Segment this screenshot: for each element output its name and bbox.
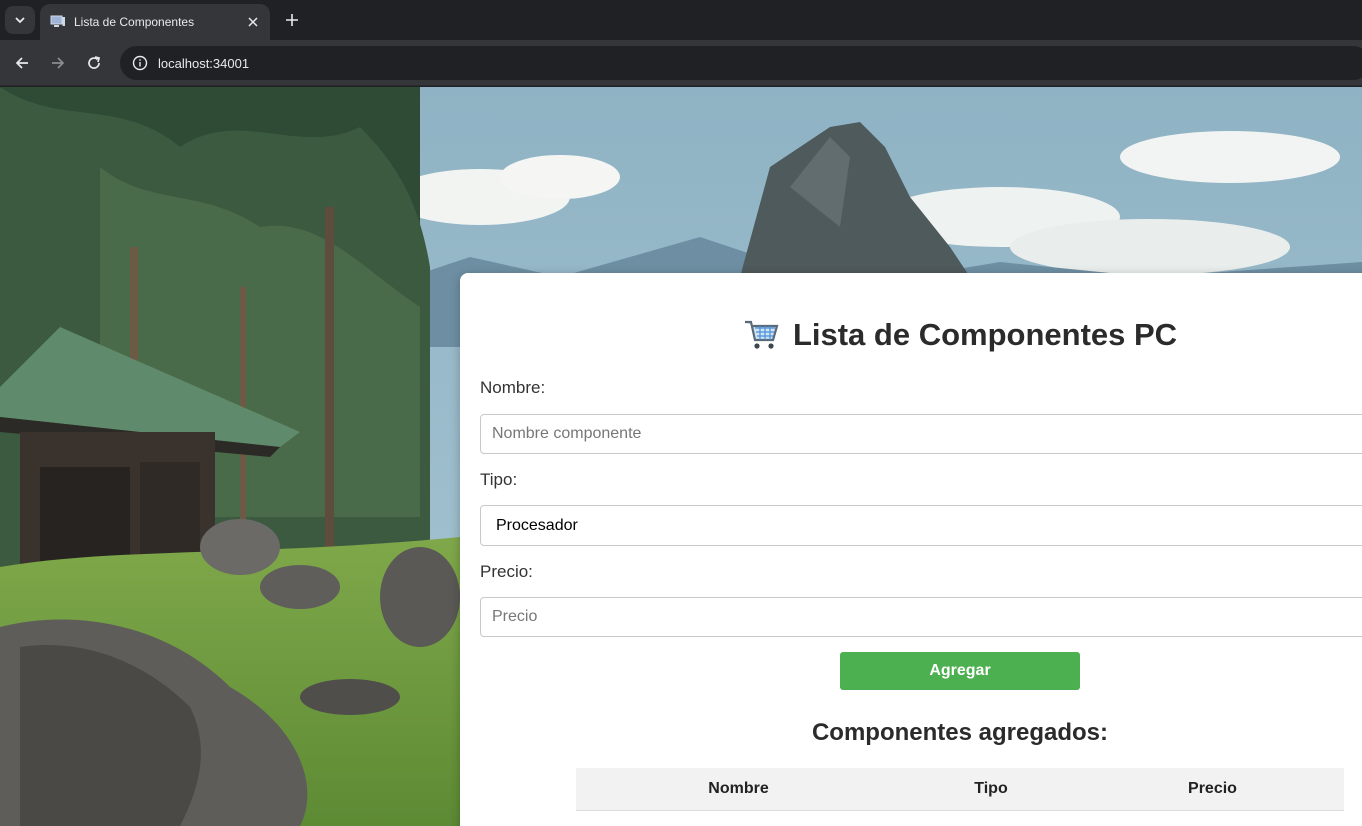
browser-tab-bar: Lista de Componentes	[0, 0, 1362, 40]
add-button[interactable]: Agregar	[840, 652, 1080, 690]
shopping-cart-icon	[744, 320, 779, 349]
price-input[interactable]	[480, 597, 1362, 637]
browser-tab[interactable]: Lista de Componentes	[40, 4, 270, 40]
column-header-type: Tipo	[900, 768, 1081, 811]
chevron-down-icon	[15, 17, 25, 24]
price-label: Precio:	[480, 562, 533, 581]
table-header-row: Nombre Tipo Precio	[576, 768, 1344, 811]
reload-icon	[88, 56, 101, 69]
column-header-name: Nombre	[576, 768, 901, 811]
reload-button[interactable]	[80, 49, 108, 77]
column-header-price: Precio	[1080, 768, 1344, 811]
page-title: Lista de Componentes PC	[460, 317, 1362, 353]
type-select[interactable]: Procesador	[480, 505, 1362, 546]
close-icon[interactable]	[242, 11, 264, 33]
type-label: Tipo:	[480, 470, 518, 489]
info-icon[interactable]	[130, 53, 150, 73]
address-bar[interactable]: localhost:34001	[120, 46, 1362, 80]
arrow-left-icon	[15, 57, 28, 69]
components-table: Nombre Tipo Precio	[576, 768, 1344, 811]
tab-title: Lista de Componentes	[74, 15, 195, 29]
forward-button[interactable]	[44, 49, 72, 77]
browser-toolbar: localhost:34001	[0, 40, 1362, 86]
tab-search-button[interactable]	[5, 6, 35, 34]
monitor-icon	[50, 14, 66, 30]
arrow-right-icon	[52, 57, 65, 69]
back-button[interactable]	[8, 49, 36, 77]
plus-icon	[286, 14, 298, 26]
new-tab-button[interactable]	[280, 8, 304, 32]
name-label: Nombre:	[480, 378, 546, 397]
type-selected-value: Procesador	[496, 516, 578, 534]
components-list-title: Componentes agregados:	[811, 719, 1109, 746]
name-input[interactable]	[480, 414, 1362, 454]
url-text: localhost:34001	[158, 55, 250, 71]
page-title-text: Lista de Componentes PC	[792, 317, 1178, 352]
page-viewport: Lista de Componentes PC Nombre: Tipo: Pr…	[0, 87, 1362, 826]
component-form-card: Lista de Componentes PC Nombre: Tipo: Pr…	[460, 273, 1362, 826]
